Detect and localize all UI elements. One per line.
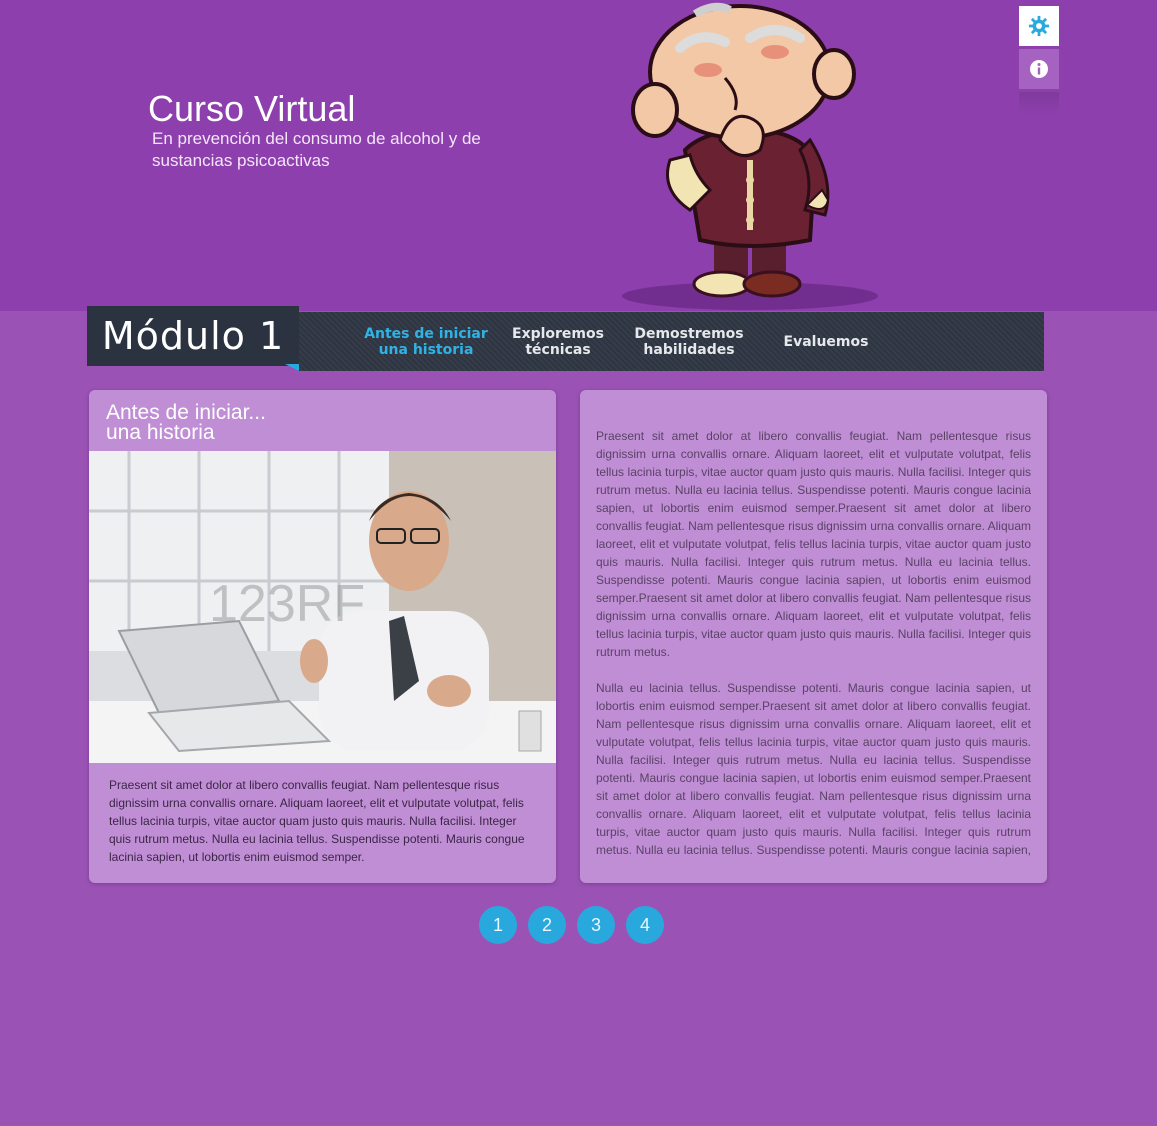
intro-card-title-line1: Antes de iniciar... — [106, 401, 266, 424]
page-title: Curso Virtual — [148, 88, 356, 129]
gear-icon — [1028, 15, 1050, 37]
page-3-button[interactable]: 3 — [577, 906, 615, 944]
info-button[interactable] — [1019, 49, 1059, 89]
mascot-illustration — [622, 2, 878, 310]
intro-card-text: Praesent sit amet dolor at libero conval… — [109, 778, 525, 864]
header-banner: Curso Virtual En prevención del consumo … — [0, 0, 1157, 311]
story-photo: 123RF — [89, 451, 556, 763]
page-2-button[interactable]: 2 — [528, 906, 566, 944]
story-text: Praesent sit amet dolor at libero conval… — [596, 427, 1031, 859]
nav-item-antes-de-iniciar[interactable]: Antes de iniciar una historia — [364, 312, 488, 371]
page-1-button[interactable]: 1 — [479, 906, 517, 944]
intro-card-title: Antes de iniciar... una historia — [106, 401, 406, 444]
intro-card-title-line2: una historia — [106, 421, 215, 444]
module-label: Módulo 1 — [87, 306, 299, 366]
photo-watermark: 123RF — [209, 575, 365, 633]
module-nav: Antes de iniciar una historia Exploremos… — [298, 312, 1044, 371]
intro-card: Antes de iniciar... una historia 123RF P… — [89, 390, 556, 883]
story-text-card: Praesent sit amet dolor at libero conval… — [580, 390, 1047, 883]
nav-item-demostremos[interactable]: Demostremos habilidades — [628, 312, 750, 371]
info-icon — [1030, 60, 1048, 78]
nav-item-evaluemos[interactable]: Evaluemos — [776, 312, 876, 371]
nav-item-exploremos[interactable]: Exploremos técnicas — [503, 312, 613, 371]
settings-button[interactable] — [1019, 6, 1059, 46]
page-4-button[interactable]: 4 — [626, 906, 664, 944]
pagination: 1 2 3 4 — [479, 906, 664, 944]
page-subtitle: En prevención del consumo de alcohol y d… — [152, 129, 481, 170]
side-toolbar — [1019, 6, 1059, 116]
story-paragraph-2: Nulla eu lacinia tellus. Suspendisse pot… — [596, 681, 1031, 857]
toolbar-shadow — [1019, 92, 1059, 116]
module-tab-accent — [285, 364, 299, 371]
story-paragraph-1: Praesent sit amet dolor at libero conval… — [596, 429, 1031, 659]
